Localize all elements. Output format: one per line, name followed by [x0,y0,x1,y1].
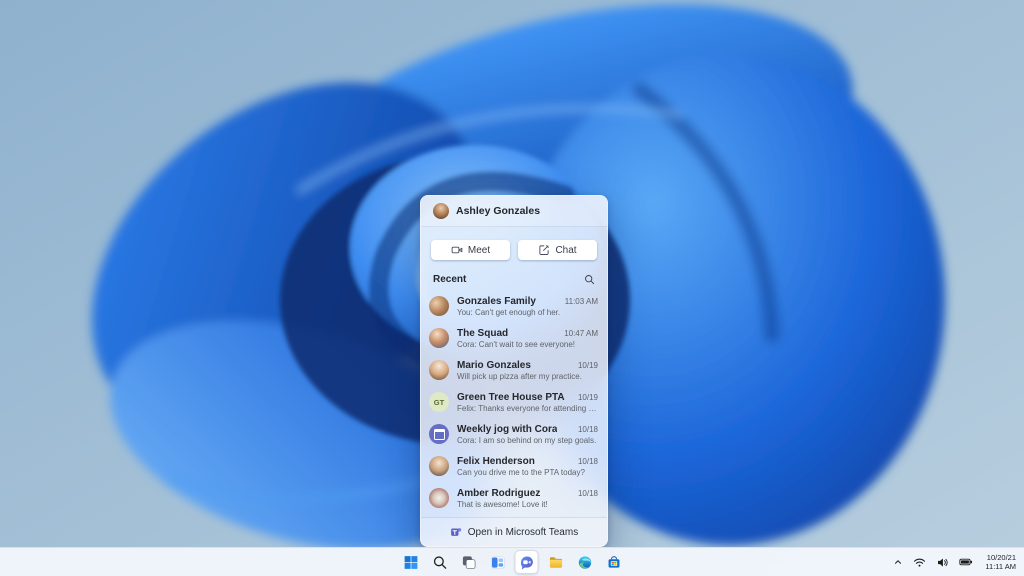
conversation-row[interactable]: Weekly jog with Cora 10/18 Cora: I am so… [421,418,607,450]
conversation-avatar [429,424,449,444]
store-button[interactable] [602,550,626,574]
conversation-time: 10/19 [577,392,598,402]
desktop: Ashley Gonzales Meet Chat Recent Gonzale… [0,0,1024,576]
compose-icon [538,244,550,256]
conversation-body: The Squad 10:47 AM Cora: Can't wait to s… [457,328,598,349]
chat-flyout-header: Ashley Gonzales [421,196,607,227]
meet-button[interactable]: Meet [431,240,510,260]
conversation-body: Felix Henderson 10/18 Can you drive me t… [457,456,598,477]
chat-button[interactable]: Chat [518,240,597,260]
conversation-row[interactable]: Gonzales Family 11:03 AM You: Can't get … [421,290,607,322]
conversation-body: Weekly jog with Cora 10/18 Cora: I am so… [457,424,598,445]
hidden-icons-chevron[interactable] [891,555,905,569]
tray-date: 10/20/21 [986,553,1016,562]
conversation-body: Amber Rodriguez 10/18 That is awesome! L… [457,488,598,509]
conversation-avatar [429,488,449,508]
conversation-name: Amber Rodriguez [457,487,541,499]
conversation-preview: Cora: I am so behind on my step goals. [457,435,597,445]
chevron-up-icon [895,560,902,564]
conversation-name: Green Tree House PTA [457,391,565,403]
conversation-preview: Can you drive me to the PTA today? [457,467,585,477]
conversation-preview: Felix: Thanks everyone for attending tod… [457,403,598,413]
task-view-icon [462,555,475,569]
file-explorer-icon [549,556,562,568]
conversation-time: 10/18 [577,424,598,434]
conversation-body: Green Tree House PTA 10/19 Felix: Thanks… [457,392,598,413]
recent-row: Recent [421,269,607,288]
chat-button-label: Chat [555,244,577,256]
conversation-name: The Squad [457,327,509,339]
taskbar-clock[interactable]: 10/20/21 11:11 AM [981,553,1020,571]
meet-button-label: Meet [467,244,491,256]
file-explorer-button[interactable] [544,550,568,574]
conversation-row[interactable]: The Squad 10:47 AM Cora: Can't wait to s… [421,322,607,354]
conversation-preview: Will pick up pizza after my practice. [457,371,582,381]
microsoft-store-icon [608,555,619,568]
taskbar-center-icons [399,548,626,576]
conversation-list: Gonzales Family 11:03 AM You: Can't get … [421,288,607,517]
start-button[interactable] [399,550,423,574]
tray-time: 11:11 AM [985,562,1016,571]
taskbar: 10/20/21 11:11 AM [0,547,1024,576]
conversation-time: 10/18 [577,488,598,498]
chat-taskbar-button[interactable] [514,550,539,574]
user-avatar [433,203,449,219]
conversation-name: Mario Gonzales [457,359,531,371]
conversation-body: Gonzales Family 11:03 AM You: Can't get … [457,296,598,317]
recent-label: Recent [433,274,467,285]
search-icon [433,555,446,569]
conversation-avatar [429,328,449,348]
conversation-avatar [429,360,449,380]
conversation-preview: That is awesome! Love it! [457,499,548,509]
volume-icon [938,557,949,567]
conversation-name: Gonzales Family [457,295,536,307]
conversation-row[interactable]: Mario Gonzales 10/19 Will pick up pizza … [421,354,607,386]
teams-logo-icon [450,526,462,538]
widgets-button[interactable] [486,550,510,574]
conversation-avatar: GT [429,392,449,412]
conversation-row[interactable]: Amber Rodriguez 10/18 That is awesome! L… [421,482,607,514]
windows-logo-icon [404,555,417,569]
widgets-icon [490,556,505,568]
teams-chat-flyout: Ashley Gonzales Meet Chat Recent Gonzale… [420,195,608,547]
video-camera-icon [451,244,463,256]
battery-button[interactable] [957,553,975,571]
wifi-icon [914,558,926,567]
conversation-time: 10:47 AM [564,328,598,338]
edge-icon [578,555,591,569]
search-icon[interactable] [584,274,595,285]
volume-button[interactable] [934,554,951,571]
conversation-avatar [429,456,449,476]
action-row: Meet Chat [421,227,607,269]
conversation-name: Felix Henderson [457,455,535,467]
conversation-preview: You: Can't get enough of her. [457,307,561,317]
system-tray: 10/20/21 11:11 AM [891,548,1020,576]
conversation-row[interactable]: Felix Henderson 10/18 Can you drive me t… [421,450,607,482]
conversation-preview: Cora: Can't wait to see everyone! [457,339,576,349]
conversation-time: 10/18 [577,456,598,466]
open-in-teams-label: Open in Microsoft Teams [467,526,579,538]
user-name: Ashley Gonzales [456,205,541,217]
conversation-avatar [429,296,449,316]
conversation-row[interactable]: GT Green Tree House PTA 10/19 Felix: Tha… [421,386,607,418]
open-in-teams-button[interactable]: Open in Microsoft Teams [421,517,607,546]
task-view-button[interactable] [457,550,481,574]
conversation-body: Mario Gonzales 10/19 Will pick up pizza … [457,360,598,381]
conversation-name: Weekly jog with Cora [457,423,558,435]
search-button[interactable] [428,550,452,574]
wifi-button[interactable] [911,554,928,571]
conversation-time: 10/19 [577,360,598,370]
conversation-time: 11:03 AM [564,296,598,306]
edge-button[interactable] [573,550,597,574]
chat-bubble-icon [520,556,533,570]
battery-icon [959,558,973,566]
